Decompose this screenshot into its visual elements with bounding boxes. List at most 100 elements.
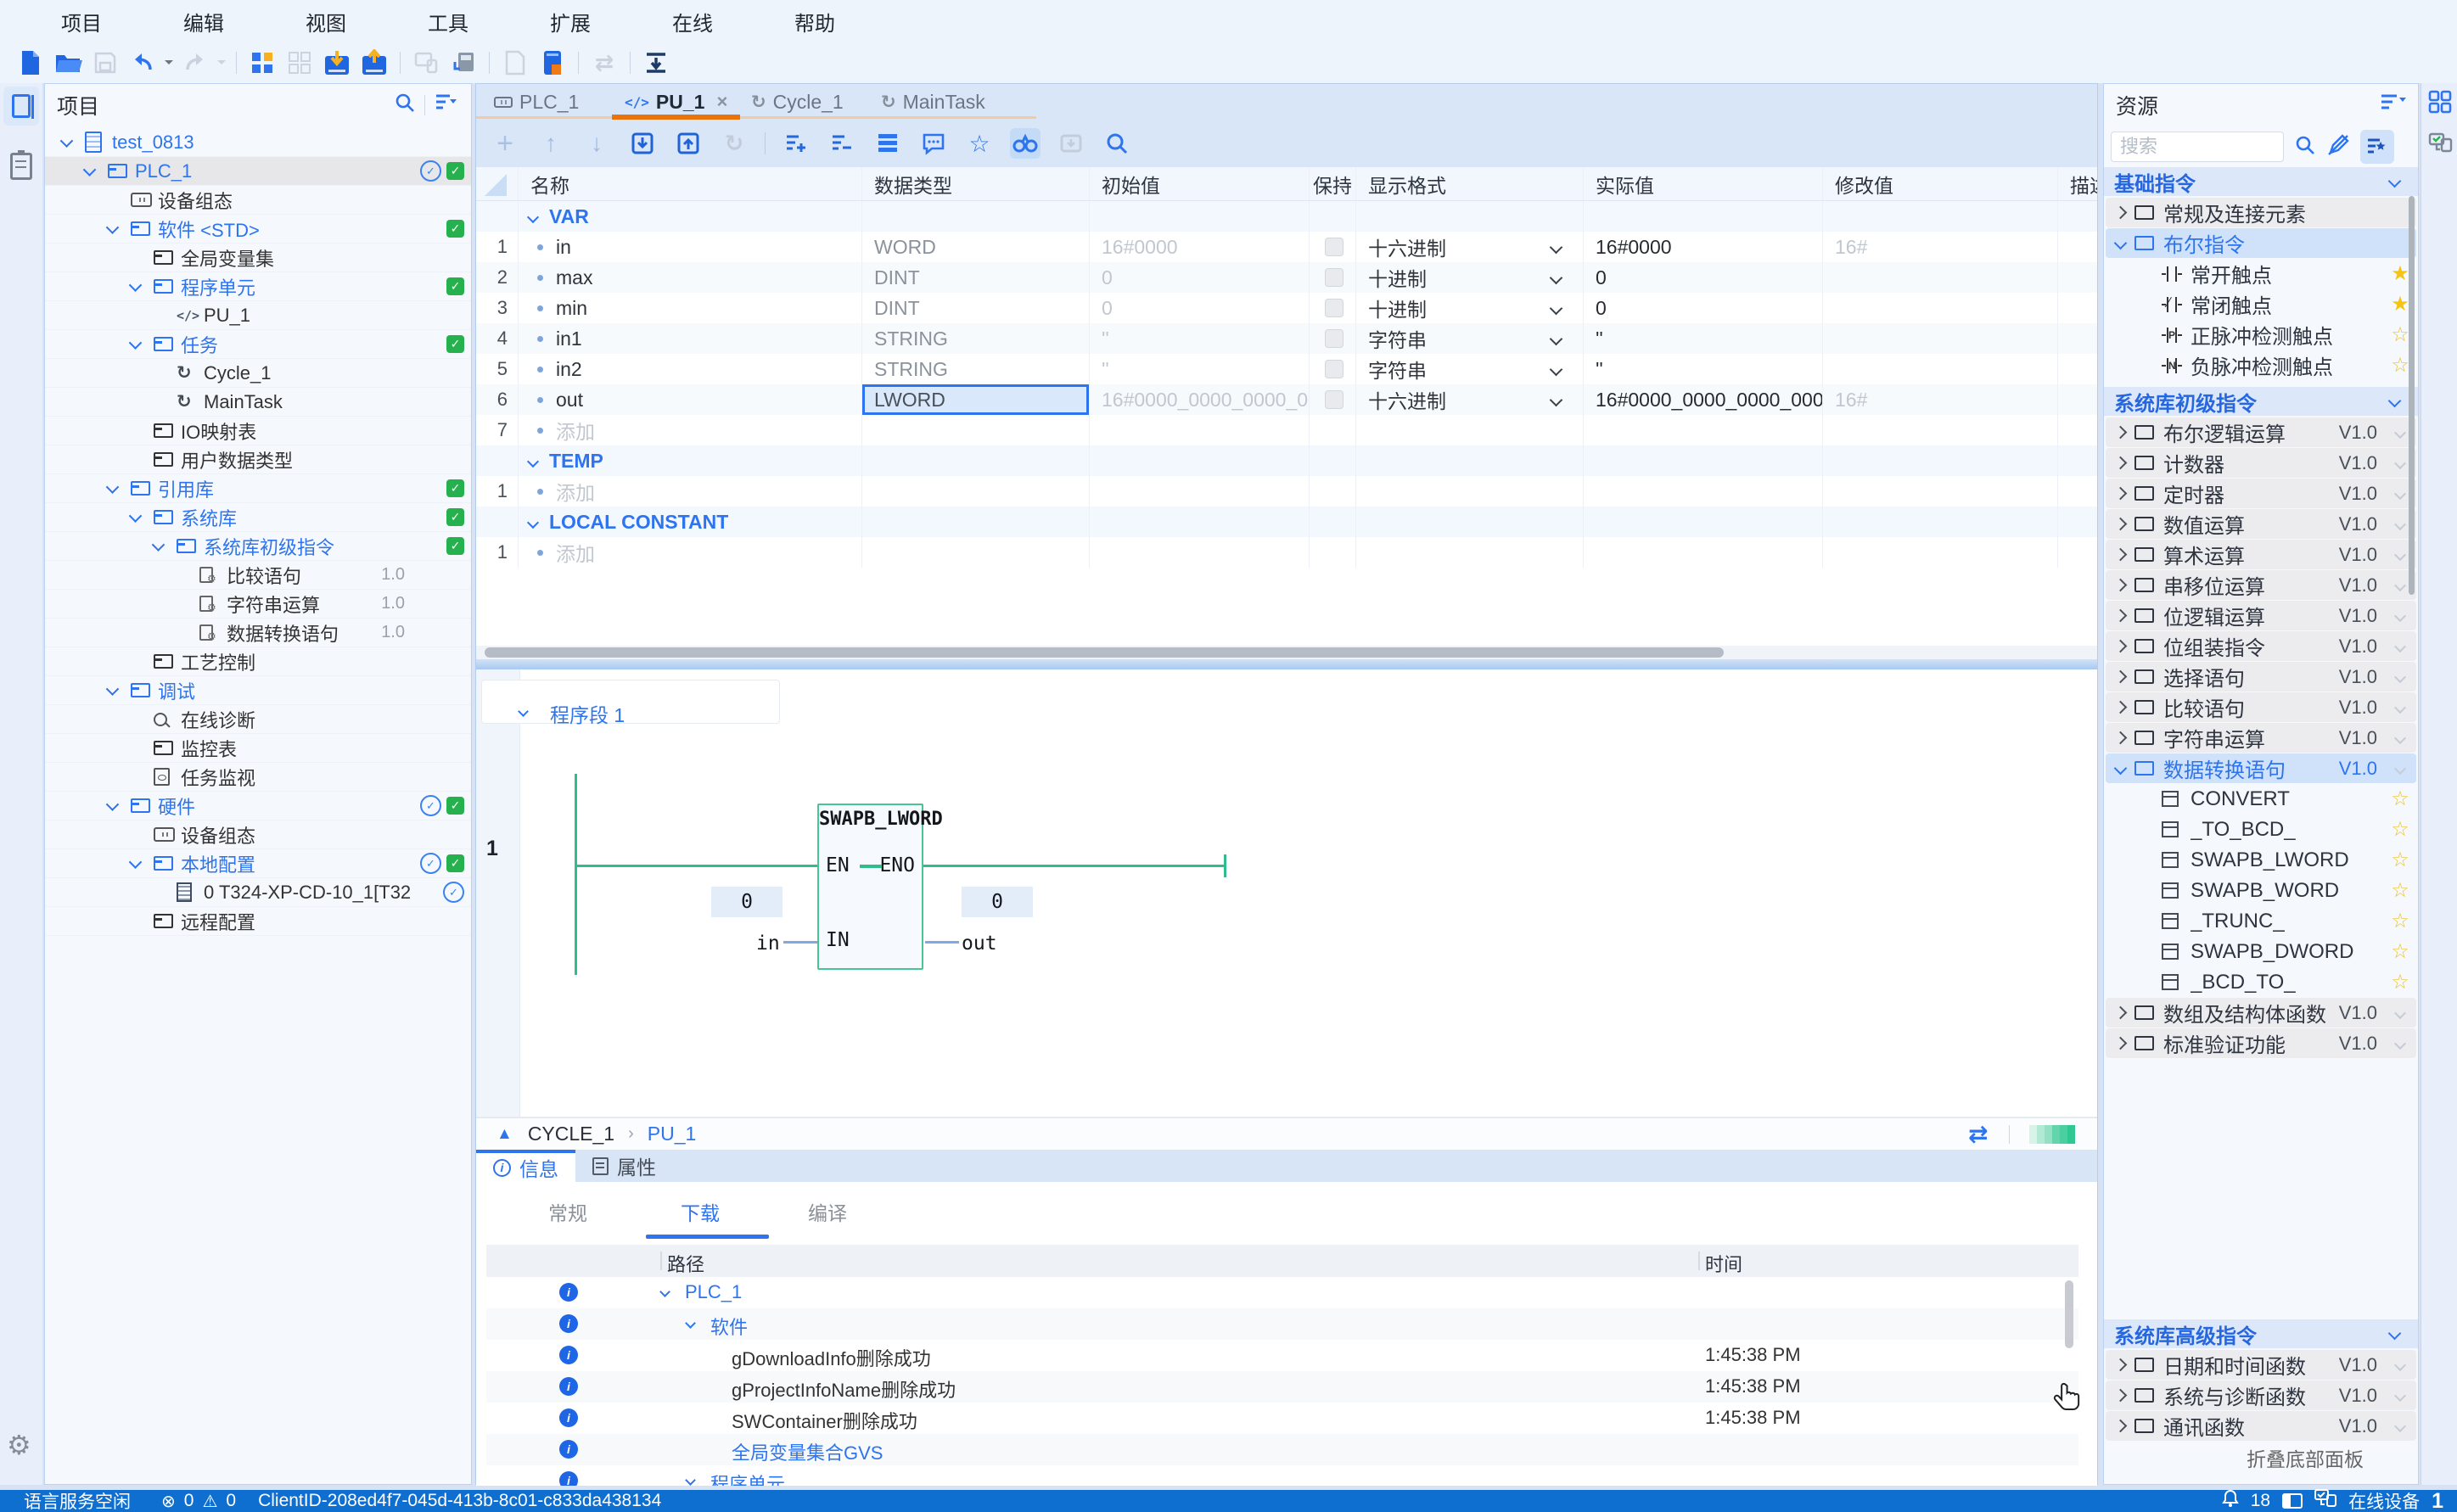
new-file-icon[interactable] xyxy=(12,46,49,80)
description-cell[interactable] xyxy=(2058,232,2097,262)
resource-item[interactable]: 系统与诊断函数 V1.0 xyxy=(2106,1380,2416,1410)
breadcrumb-task[interactable]: CYCLE_1 xyxy=(528,1123,614,1145)
actual-value-cell[interactable] xyxy=(1584,415,1823,445)
tab-pu1[interactable]: </> PU_1 × xyxy=(625,84,727,120)
resource-item[interactable]: 字符串运算 V1.0 xyxy=(2106,723,2416,753)
resource-item[interactable]: SWAPB_LWORD xyxy=(2106,845,2416,875)
tree-item[interactable]: Cycle_1 xyxy=(45,359,471,388)
log-col-time[interactable]: 时间 xyxy=(1705,1250,1742,1277)
variable-row[interactable]: 4 in1 STRING '' 字符串 '' xyxy=(476,323,2097,354)
initial-value-cell[interactable] xyxy=(1090,537,1310,568)
move-up-icon[interactable]: ↑ xyxy=(536,128,566,159)
log-message[interactable]: 全局变量集合GVS xyxy=(732,1438,883,1465)
resource-item[interactable]: CONVERT xyxy=(2106,784,2416,814)
variable-name-cell[interactable]: max xyxy=(519,262,862,293)
select-all-corner[interactable] xyxy=(476,167,519,200)
data-type-cell[interactable]: DINT xyxy=(862,262,1090,293)
import-icon[interactable] xyxy=(627,128,658,159)
scrollbar-thumb[interactable] xyxy=(485,647,1724,658)
comment-icon[interactable] xyxy=(918,128,949,159)
variable-name-cell[interactable]: in2 xyxy=(519,354,862,384)
modify-value-cell[interactable] xyxy=(1823,293,2058,323)
display-format-dropdown[interactable] xyxy=(1356,201,1584,232)
zoom-icon[interactable] xyxy=(1102,128,1132,159)
log-message[interactable]: gDownloadInfo删除成功 xyxy=(732,1344,931,1371)
modify-value-cell[interactable] xyxy=(1823,415,2058,445)
modify-value-cell[interactable] xyxy=(1823,476,2058,507)
menu-item[interactable]: 在线 xyxy=(664,3,721,40)
panel-splitter[interactable] xyxy=(476,659,2097,669)
expander-chevron-icon[interactable] xyxy=(2106,489,2134,498)
pin-eno[interactable]: ENO xyxy=(879,854,915,876)
tree-item[interactable]: 硬件 xyxy=(45,792,471,820)
resource-item[interactable]: 通讯函数 V1.0 xyxy=(2106,1411,2416,1441)
tree-item[interactable]: PU_1 xyxy=(45,301,471,330)
expander-chevron-icon[interactable] xyxy=(2106,703,2134,712)
tree-item[interactable]: PLC_1 xyxy=(45,157,471,186)
modify-value-cell[interactable]: 16# xyxy=(1823,384,2058,415)
tree-item[interactable]: 设备组态 xyxy=(45,820,471,849)
swap-arrows-icon[interactable]: ⇄ xyxy=(1968,1120,1988,1148)
col-modify[interactable]: 修改值 xyxy=(1823,167,2058,200)
variable-row[interactable]: 7 添加 xyxy=(476,415,2097,445)
actual-value-cell[interactable]: 0 xyxy=(1584,293,1823,323)
log-message[interactable]: SWContainer删除成功 xyxy=(732,1407,917,1434)
data-type-cell[interactable] xyxy=(862,445,1090,476)
resource-item[interactable]: _TO_BCD_ xyxy=(2106,815,2416,844)
variable-row[interactable]: 5 in2 STRING '' 字符串 '' xyxy=(476,354,2097,384)
network-section-header[interactable]: 程序段 1 xyxy=(481,680,780,726)
retain-checkbox[interactable] xyxy=(1310,445,1356,476)
tree-item[interactable]: 全局变量集 xyxy=(45,244,471,272)
variable-name-cell[interactable]: VAR xyxy=(519,201,862,232)
favorite-star-icon[interactable] xyxy=(2384,673,2416,681)
initial-value-cell[interactable] xyxy=(1090,415,1310,445)
resource-item[interactable]: 数据转换语句 V1.0 xyxy=(2106,753,2416,783)
description-cell[interactable] xyxy=(2058,415,2097,445)
document-icon[interactable] xyxy=(496,46,534,80)
modify-value-cell[interactable] xyxy=(1823,507,2058,537)
resource-item[interactable]: 日期和时间函数 V1.0 xyxy=(2106,1350,2416,1380)
modify-value-cell[interactable] xyxy=(1823,323,2058,354)
variable-row[interactable]: 1 in WORD 16#0000 十六进制 16#0000 16# xyxy=(476,232,2097,262)
section-header-system-basic[interactable]: 系统库初级指令 xyxy=(2104,387,2418,416)
pin-in[interactable]: IN xyxy=(826,929,850,951)
arrange-sort-icon[interactable] xyxy=(637,46,675,80)
grid-blocks-icon[interactable] xyxy=(244,46,281,80)
expander-chevron-icon[interactable] xyxy=(108,484,131,493)
resource-item[interactable]: 布尔指令 xyxy=(2106,228,2416,258)
col-type[interactable]: 数据类型 xyxy=(862,167,1090,200)
tab-plc1[interactable]: PLC_1 xyxy=(494,84,579,120)
chevron-down-icon[interactable] xyxy=(518,706,529,717)
resource-item[interactable]: 正脉冲检测触点 xyxy=(2106,320,2416,350)
variable-name-cell[interactable]: 添加 xyxy=(519,537,862,568)
description-cell[interactable] xyxy=(2058,262,2097,293)
retain-checkbox[interactable] xyxy=(1310,323,1356,354)
plc-monitor-icon[interactable] xyxy=(445,46,482,80)
tree-item[interactable]: 程序单元 xyxy=(45,272,471,301)
close-tab-icon[interactable]: × xyxy=(716,91,727,113)
description-cell[interactable] xyxy=(2058,507,2097,537)
actual-value-cell[interactable] xyxy=(1584,507,1823,537)
warning-icon[interactable]: ⚠ xyxy=(202,1491,217,1512)
expander-chevron-icon[interactable] xyxy=(85,166,108,176)
section-header-basic[interactable]: 基础指令 xyxy=(2104,167,2418,196)
initial-value-cell[interactable] xyxy=(1090,507,1310,537)
output-operand-label[interactable]: out xyxy=(962,932,997,955)
tree-item[interactable]: IO映射表 xyxy=(45,417,471,445)
subtab-general[interactable]: 常规 xyxy=(548,1197,587,1226)
expander-chevron-icon[interactable] xyxy=(2106,428,2134,437)
variable-row[interactable]: VAR xyxy=(476,201,2097,232)
tree-item[interactable]: 任务监视 xyxy=(45,763,471,792)
sort-tree-icon[interactable] xyxy=(434,92,459,119)
resource-item[interactable]: 比较语句 V1.0 xyxy=(2106,692,2416,722)
resource-item[interactable]: 常闭触点 xyxy=(2106,289,2416,319)
memory-card-icon[interactable] xyxy=(534,46,571,80)
data-type-cell[interactable]: WORD xyxy=(862,232,1090,262)
display-format-dropdown[interactable]: 字符串 xyxy=(1356,354,1584,384)
variable-row[interactable]: 1 添加 xyxy=(476,476,2097,507)
resource-item[interactable]: _BCD_TO_ xyxy=(2106,967,2416,997)
col-desc[interactable]: 描述 xyxy=(2058,167,2097,200)
resource-item[interactable]: 位逻辑运算 V1.0 xyxy=(2106,601,2416,630)
tree-item[interactable]: 远程配置 xyxy=(45,907,471,936)
expander-chevron-icon[interactable] xyxy=(2106,458,2134,468)
